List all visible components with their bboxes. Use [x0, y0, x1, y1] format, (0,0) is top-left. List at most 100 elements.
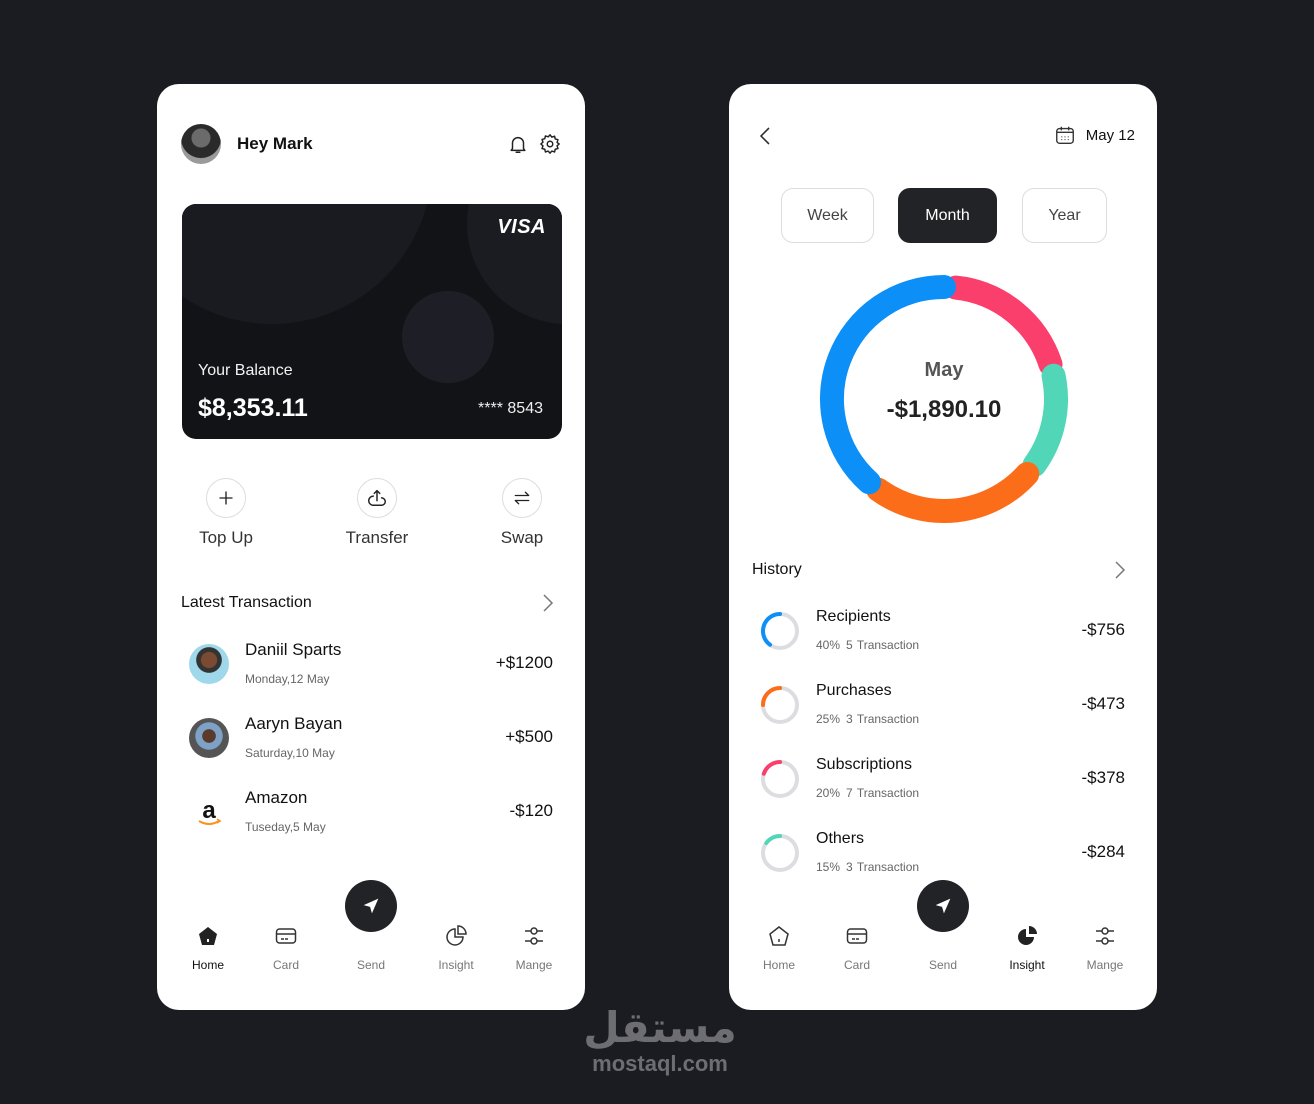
nav-home[interactable]: Home	[176, 924, 240, 972]
ring-progress	[761, 760, 782, 776]
greeting: Hey Mark	[237, 134, 313, 153]
nav-home[interactable]: Home	[747, 924, 811, 972]
date-picker[interactable]: May 12	[1054, 124, 1135, 146]
nav-label: Card	[843, 958, 870, 972]
donut-segment-purchases	[866, 461, 1040, 523]
visa-logo: VISA	[497, 216, 546, 238]
watermark-latin: mostaql.com	[592, 1051, 728, 1076]
send-button[interactable]	[345, 880, 397, 932]
action-label: Swap	[500, 528, 544, 547]
donut-segment-subscriptions	[943, 275, 1063, 377]
tab-year[interactable]: Year	[1022, 188, 1107, 243]
category-name: Subscriptions	[816, 756, 913, 773]
swap-button[interactable]: Swap	[477, 478, 567, 548]
watermark-arabic: مستقل	[583, 1004, 737, 1051]
latest-transaction-title: Latest Transaction	[181, 594, 312, 611]
nav-label: Mange	[515, 958, 553, 972]
insight-screen: May 12 Week Month Year May -$1,890.10 Hi…	[729, 84, 1157, 1010]
nav-manage[interactable]: Mange	[502, 924, 566, 972]
home-icon	[769, 926, 789, 946]
balance-card[interactable]: VISA Your Balance $8,353.11 **** 8543	[182, 204, 562, 439]
history-item[interactable]: Subscriptions 20% 7 Transaction -$378	[751, 756, 1135, 818]
card-icon	[275, 928, 297, 944]
back-chevron-icon[interactable]	[757, 124, 773, 148]
person-avatar	[189, 644, 229, 684]
svg-text:a: a	[202, 797, 216, 824]
transaction-item[interactable]: Daniil Sparts Monday,12 May +$1200	[187, 640, 555, 700]
category-progress-ring	[761, 760, 799, 798]
category-transactions: 7 Transaction	[846, 786, 920, 800]
bell-icon[interactable]	[507, 133, 529, 155]
nav-insight[interactable]: Insight	[424, 924, 488, 972]
chevron-right-icon[interactable]	[541, 592, 555, 614]
transaction-item[interactable]: Aaryn Bayan Saturday,10 May +$500	[187, 714, 555, 774]
gear-icon[interactable]	[539, 133, 561, 155]
calendar-icon	[1055, 126, 1074, 144]
transaction-name: Aaryn Bayan	[245, 714, 343, 733]
transaction-item[interactable]: a Amazon Tuseday,5 May -$120	[187, 788, 555, 848]
send-icon	[935, 898, 951, 914]
transaction-date: Tuseday,5 May	[245, 820, 326, 834]
bottom-nav: Home Card Send Insight Mange	[729, 880, 1157, 972]
home-screen: Hey Mark VISA Your Balance $8,353.11 ***…	[157, 84, 585, 1010]
bottom-nav: Home Card Send Insight Mange	[157, 880, 585, 972]
ring-progress	[764, 834, 782, 846]
nav-label: Card	[272, 958, 299, 972]
category-amount: -$378	[1081, 768, 1125, 787]
home-icon	[199, 927, 217, 945]
transaction-amount: -$120	[509, 801, 553, 820]
history-item[interactable]: Recipients 40% 5 Transaction -$756	[751, 608, 1135, 670]
swap-arrows-icon	[514, 491, 530, 505]
action-label: Top Up	[199, 528, 253, 547]
transaction-date: Monday,12 May	[245, 672, 330, 686]
category-transactions: 3 Transaction	[846, 860, 920, 874]
nav-label: Send	[356, 958, 386, 972]
transaction-name: Amazon	[245, 788, 308, 807]
home-header: Hey Mark	[181, 124, 561, 164]
donut-total-value: -$1,890.10	[886, 396, 1002, 423]
upload-cloud-icon	[368, 489, 386, 506]
nav-label: Insight	[1009, 958, 1045, 972]
category-name: Others	[816, 830, 865, 847]
transfer-button[interactable]: Transfer	[332, 478, 422, 548]
donut-segment-recipients	[820, 275, 956, 495]
category-transactions: 5 Transaction	[846, 638, 920, 652]
category-amount: -$473	[1081, 694, 1125, 713]
history-item[interactable]: Purchases 25% 3 Transaction -$473	[751, 682, 1135, 744]
transaction-amount: +$500	[505, 727, 553, 746]
person-avatar	[189, 718, 229, 758]
nav-label: Send	[928, 958, 958, 972]
balance-label: Your Balance	[198, 362, 293, 379]
nav-label: Home	[762, 958, 795, 972]
category-percent: 15%	[816, 860, 841, 874]
user-avatar[interactable]	[181, 124, 221, 164]
category-progress-ring	[761, 834, 799, 872]
mostaql-watermark: مستقل mostaql.com	[560, 1005, 760, 1077]
ring-progress	[761, 686, 782, 707]
card-icon	[846, 928, 868, 944]
pie-chart-icon	[446, 925, 467, 946]
top-up-button[interactable]: Top Up	[181, 478, 271, 548]
nav-label: Mange	[1086, 958, 1124, 972]
card-decoration	[182, 204, 432, 324]
category-progress-ring	[761, 686, 799, 724]
nav-manage[interactable]: Mange	[1073, 924, 1137, 972]
category-name: Purchases	[816, 682, 892, 699]
nav-label: Insight	[438, 958, 474, 972]
category-progress-ring	[761, 612, 799, 650]
transaction-name: Daniil Sparts	[245, 640, 342, 659]
nav-card[interactable]: Card	[254, 924, 318, 972]
selected-date: May 12	[1085, 126, 1135, 144]
tab-week[interactable]: Week	[781, 188, 874, 243]
chevron-right-icon[interactable]	[1113, 559, 1127, 581]
nav-card[interactable]: Card	[825, 924, 889, 972]
category-name: Recipients	[816, 608, 891, 625]
nav-insight[interactable]: Insight	[995, 924, 1059, 972]
category-percent: 20%	[816, 786, 841, 800]
plus-icon	[219, 491, 233, 505]
sliders-icon	[525, 927, 543, 945]
tab-month[interactable]: Month	[898, 188, 997, 243]
send-button[interactable]	[917, 880, 969, 932]
balance-value: $8,353.11	[198, 394, 308, 422]
pie-chart-icon	[1018, 926, 1037, 945]
